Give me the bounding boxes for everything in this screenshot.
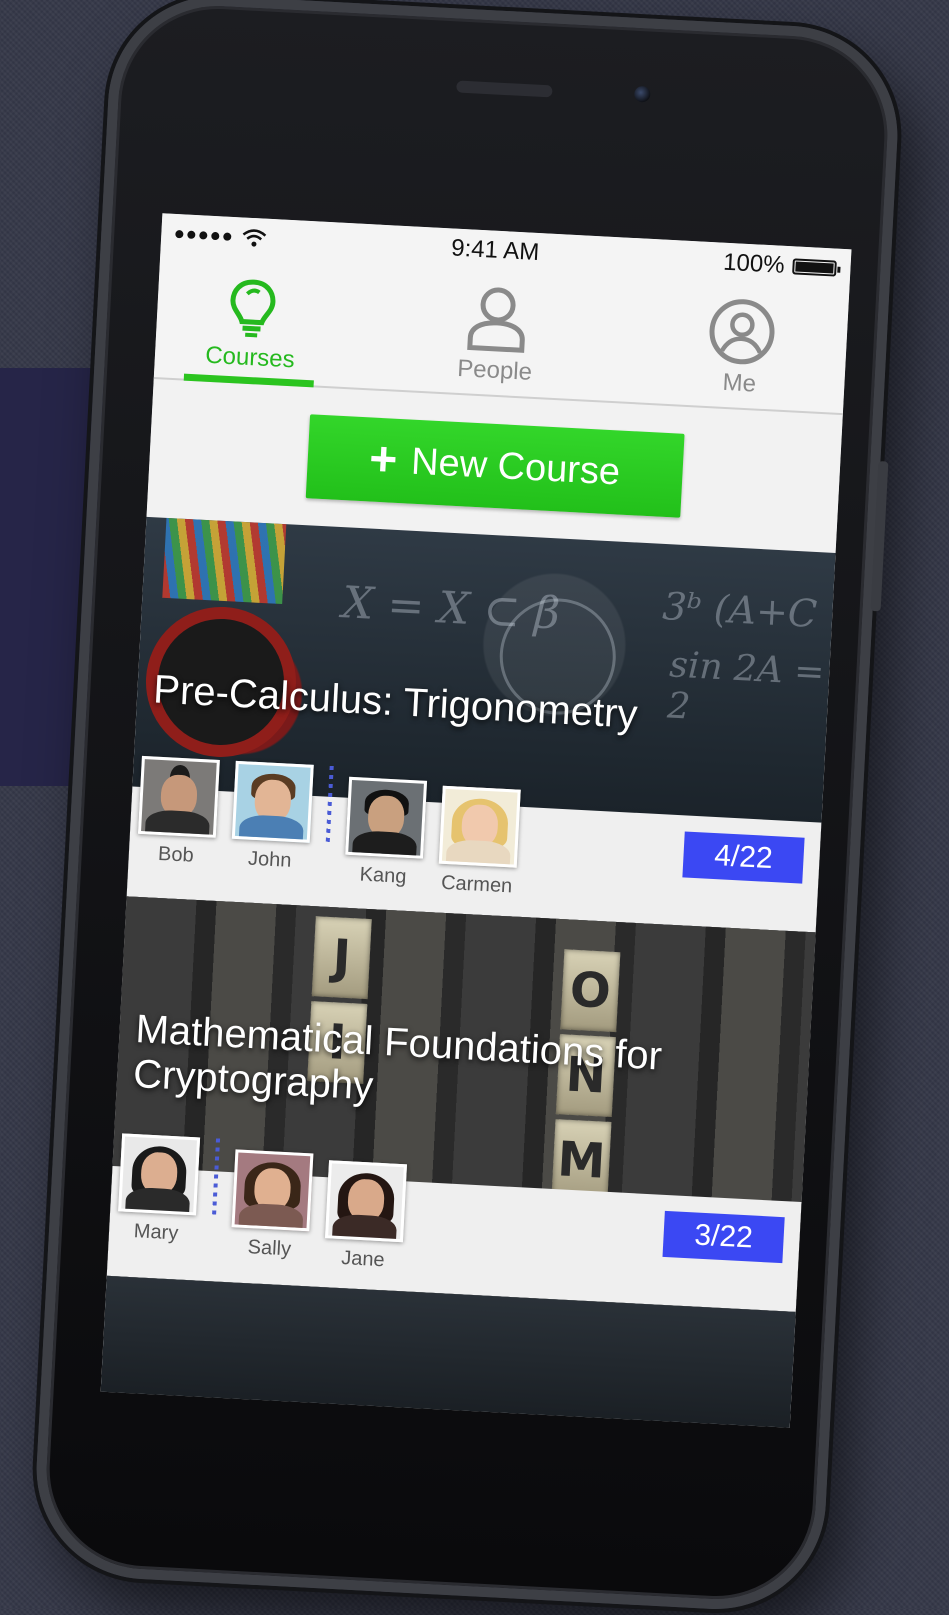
avatar <box>345 776 428 859</box>
new-course-button[interactable]: + New Course <box>305 414 685 518</box>
signal-dot <box>211 231 220 241</box>
tab-people[interactable]: People <box>428 282 564 399</box>
member-name: Bob <box>157 842 195 867</box>
member-name: Carmen <box>440 871 513 898</box>
course-card[interactable]: J I O N M Mathematical Foundations for C… <box>106 896 816 1312</box>
status-time: 9:41 AM <box>450 234 540 267</box>
member-john[interactable]: John <box>228 760 316 874</box>
tab-me[interactable]: Me <box>673 294 809 411</box>
instructor-divider <box>211 1138 221 1217</box>
phone-side-button <box>870 461 889 612</box>
tab-label-people: People <box>456 354 533 386</box>
cipher-tile-image: J <box>311 916 372 1000</box>
chalkboard-decoration: 3ᵇ (A+C <box>661 583 819 637</box>
course-members: Mary Sally Jane <box>114 1133 410 1273</box>
progress-badge: 4/22 <box>682 831 805 884</box>
cipher-tile-image: O <box>560 949 621 1033</box>
member-mary[interactable]: Mary <box>115 1133 203 1246</box>
progress-badge: 3/22 <box>662 1210 785 1264</box>
lightbulb-icon <box>230 279 276 338</box>
signal-indicator <box>175 224 268 249</box>
member-name: John <box>247 847 292 872</box>
member-name: Jane <box>340 1247 386 1272</box>
avatar <box>438 785 521 868</box>
battery-icon <box>792 258 837 277</box>
signal-dot <box>199 231 208 240</box>
person-icon <box>467 287 525 353</box>
profile-circle-icon <box>709 299 775 365</box>
tab-courses[interactable]: Courses <box>184 273 319 386</box>
course-card[interactable]: X = X ⊂ β 3ᵇ (A+C sin 2A = 2 Pre-Calculu… <box>126 516 836 933</box>
avatar <box>231 760 314 843</box>
battery-percent: 100% <box>722 248 786 279</box>
avatar <box>325 1160 407 1243</box>
member-name: Sally <box>247 1236 292 1261</box>
new-course-label: New Course <box>410 440 622 494</box>
member-kang[interactable]: Kang <box>341 776 429 890</box>
signal-dot <box>187 230 196 239</box>
wifi-icon <box>242 229 267 247</box>
member-bob[interactable]: Bob <box>134 755 222 869</box>
member-sally[interactable]: Sally <box>228 1149 316 1262</box>
camera-icon <box>633 85 651 103</box>
member-jane[interactable]: Jane <box>321 1160 409 1273</box>
member-name: Kang <box>359 863 407 888</box>
avatar <box>118 1133 201 1216</box>
member-carmen[interactable]: Carmen <box>435 785 523 899</box>
chalkboard-decoration: sin 2A = 2 <box>666 644 826 728</box>
avatar <box>231 1149 314 1232</box>
instructor-divider <box>325 765 334 844</box>
avatar <box>137 755 220 838</box>
tab-label-courses: Courses <box>204 341 296 374</box>
signal-dot <box>175 229 184 239</box>
phone-speaker <box>456 80 553 98</box>
course-title: Mathematical Foundations for Cryptograph… <box>132 1007 664 1109</box>
battery-indicator: 100% <box>722 249 837 283</box>
phone-frame: 9:41 AM 100% Courses People Me + New Cou… <box>31 0 903 1615</box>
app-screen: 9:41 AM 100% Courses People Me + New Cou… <box>100 213 852 1428</box>
member-name: Mary <box>133 1220 179 1245</box>
pencil-cup-image <box>162 517 287 605</box>
course-members: Bob John Kang Carmen <box>134 755 524 899</box>
tab-label-me: Me <box>721 368 757 398</box>
plus-icon: + <box>367 432 399 487</box>
signal-dot <box>223 232 232 241</box>
